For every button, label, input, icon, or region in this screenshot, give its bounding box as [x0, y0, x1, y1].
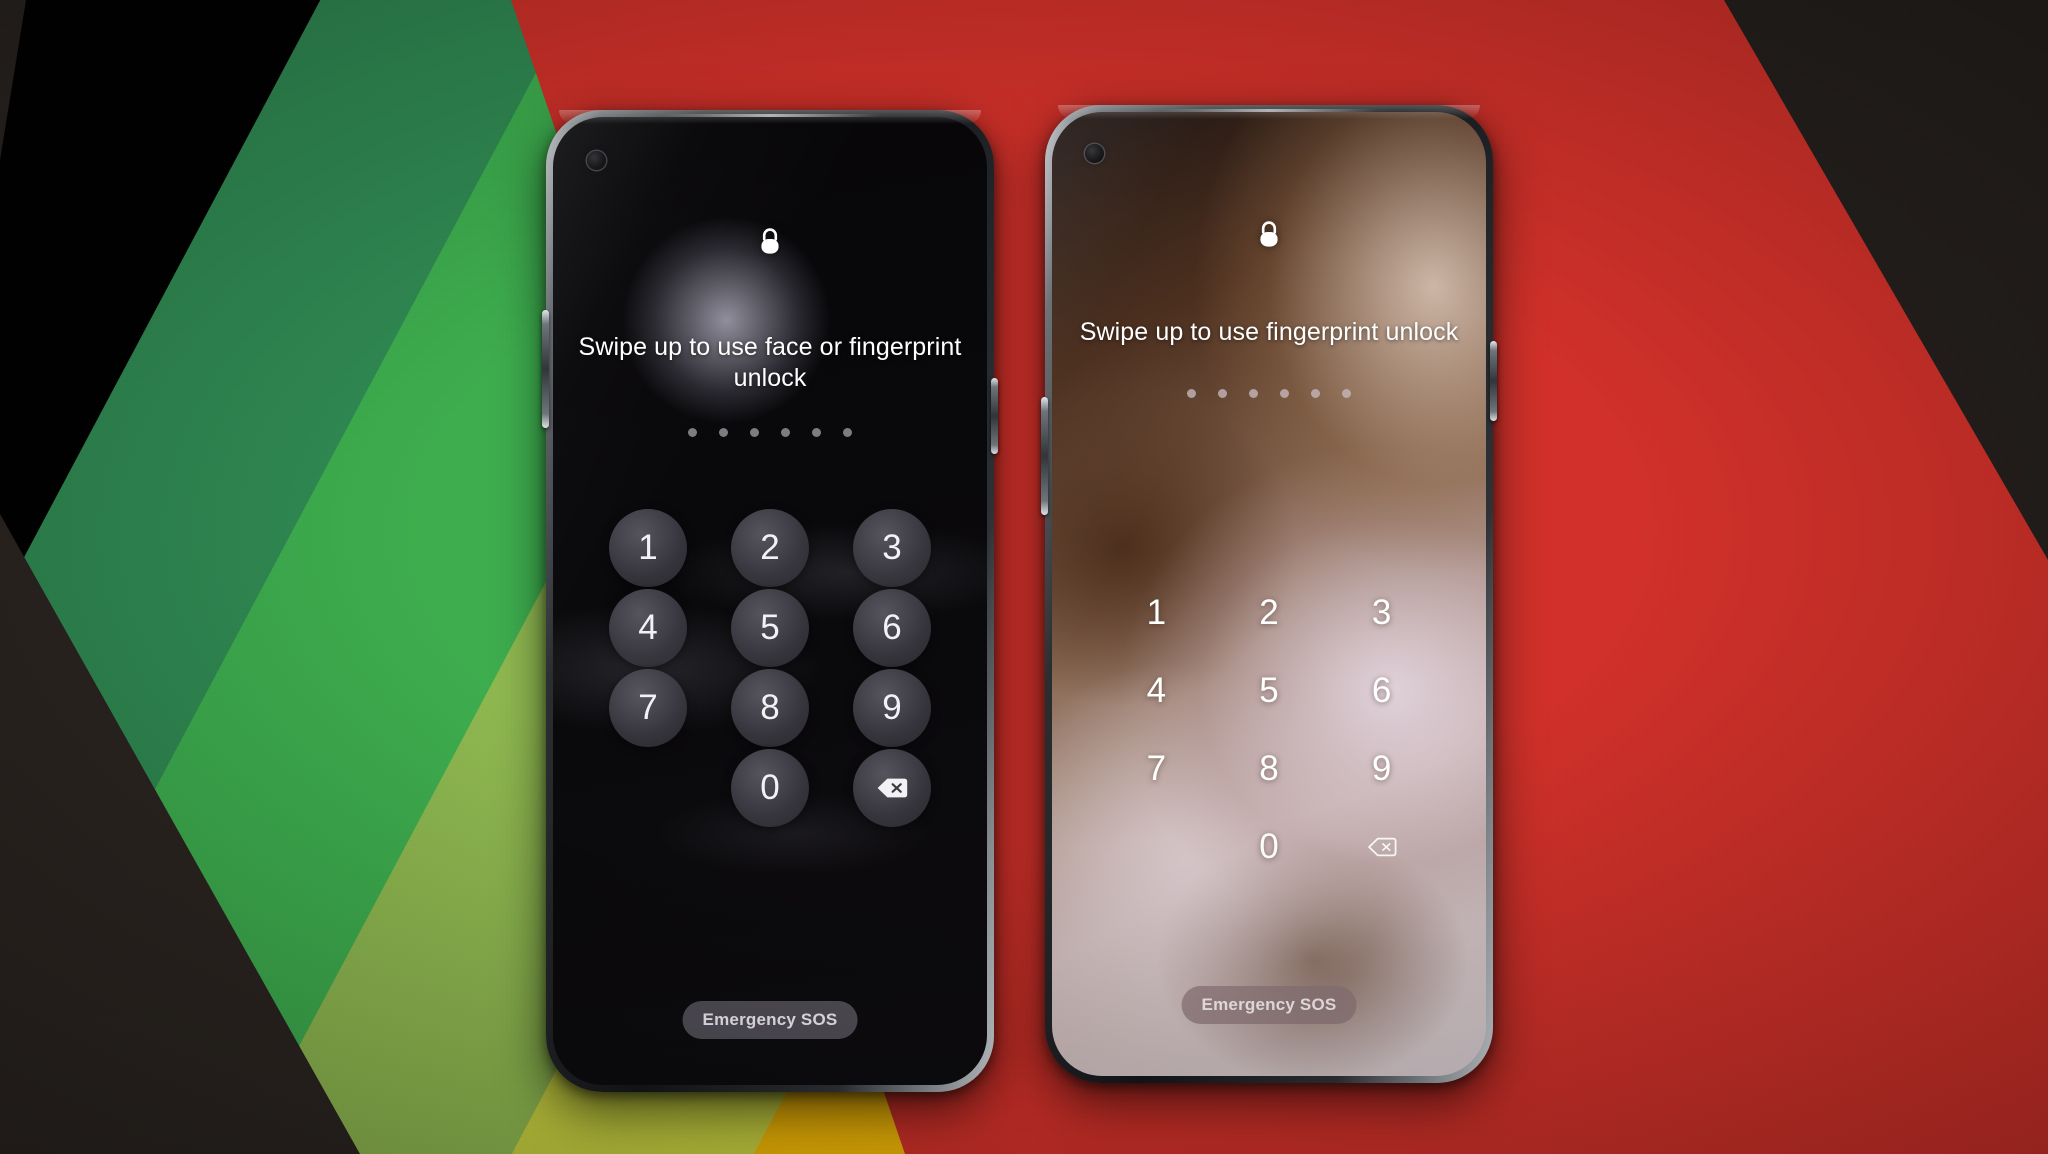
- pin-dot: [1342, 389, 1351, 398]
- paper-background: [0, 0, 2048, 1154]
- left-pin-dots: [553, 428, 987, 437]
- key-3[interactable]: 3: [1343, 574, 1421, 652]
- key-4[interactable]: 4: [609, 589, 687, 667]
- key-6[interactable]: 6: [1343, 652, 1421, 730]
- lock-icon: [1256, 220, 1282, 250]
- key-6[interactable]: 6: [853, 589, 931, 667]
- key-5[interactable]: 5: [731, 589, 809, 667]
- scene-root: Swipe up to use face or fingerprint unlo…: [0, 0, 2048, 1154]
- left-phone-screen[interactable]: Swipe up to use face or fingerprint unlo…: [553, 117, 987, 1085]
- right-pin-dots: [1052, 389, 1486, 398]
- left-pin-keypad[interactable]: 1 2 3 4 5 6 7 8 9 0: [553, 509, 987, 827]
- right-phone: Swipe up to use fingerprint unlock 1 2 3…: [1041, 105, 1497, 1083]
- right-pin-keypad[interactable]: 1 2 3 4 5 6 7 8 9 0: [1052, 574, 1486, 886]
- key-7[interactable]: 7: [609, 669, 687, 747]
- key-2[interactable]: 2: [731, 509, 809, 587]
- pin-dot: [688, 428, 697, 437]
- key-1[interactable]: 1: [1117, 574, 1195, 652]
- key-4[interactable]: 4: [1117, 652, 1195, 730]
- pin-dot: [750, 428, 759, 437]
- left-phone-volume-button[interactable]: [542, 310, 549, 428]
- black-sheet-top-left: [0, 0, 26, 160]
- pin-dot: [843, 428, 852, 437]
- key-9[interactable]: 9: [853, 669, 931, 747]
- key-0[interactable]: 0: [1230, 808, 1308, 886]
- key-9[interactable]: 9: [1343, 730, 1421, 808]
- key-7[interactable]: 7: [1117, 730, 1195, 808]
- pin-dot: [812, 428, 821, 437]
- key-0[interactable]: 0: [731, 749, 809, 827]
- pin-dot: [1187, 389, 1196, 398]
- key-8[interactable]: 8: [731, 669, 809, 747]
- left-phone: Swipe up to use face or fingerprint unlo…: [542, 110, 998, 1092]
- right-phone-volume-button[interactable]: [1041, 397, 1048, 515]
- right-emergency-sos-button[interactable]: Emergency SOS: [1181, 986, 1357, 1024]
- right-lockscreen: Swipe up to use fingerprint unlock 1 2 3…: [1052, 112, 1486, 1076]
- right-phone-power-button[interactable]: [1490, 341, 1497, 421]
- key-3[interactable]: 3: [853, 509, 931, 587]
- left-emergency-sos-button[interactable]: Emergency SOS: [682, 1001, 858, 1039]
- pin-dot: [719, 428, 728, 437]
- pin-dot: [1218, 389, 1227, 398]
- right-unlock-hint: Swipe up to use fingerprint unlock: [1079, 318, 1459, 346]
- left-unlock-hint: Swipe up to use face or fingerprint unlo…: [578, 333, 962, 392]
- pin-dot: [1249, 389, 1258, 398]
- backspace-icon[interactable]: [853, 749, 931, 827]
- pin-dot: [1280, 389, 1289, 398]
- pin-dot: [1311, 389, 1320, 398]
- lock-icon: [757, 227, 783, 257]
- key-8[interactable]: 8: [1230, 730, 1308, 808]
- left-phone-power-button[interactable]: [991, 378, 998, 454]
- key-1[interactable]: 1: [609, 509, 687, 587]
- key-2[interactable]: 2: [1230, 574, 1308, 652]
- key-blank: [609, 749, 687, 827]
- pin-dot: [781, 428, 790, 437]
- backspace-icon[interactable]: [1343, 808, 1421, 886]
- left-lockscreen: Swipe up to use face or fingerprint unlo…: [553, 117, 987, 1085]
- right-phone-screen[interactable]: Swipe up to use fingerprint unlock 1 2 3…: [1052, 112, 1486, 1076]
- key-5[interactable]: 5: [1230, 652, 1308, 730]
